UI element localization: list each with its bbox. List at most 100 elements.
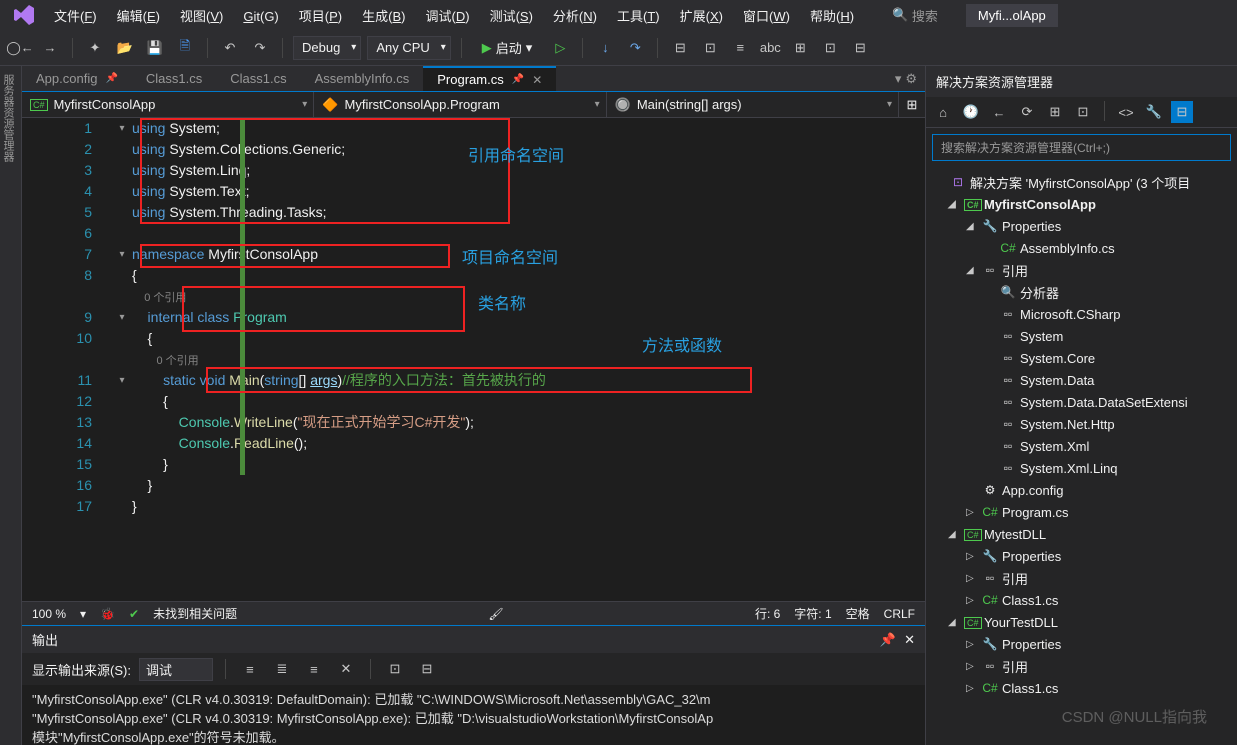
menu-t[interactable]: 工具(T)	[607, 5, 670, 28]
code-editor[interactable]: 1234567891011121314151617 ▾▾▾▾ using Sys…	[22, 118, 925, 601]
tree-item[interactable]: ▫▫System	[926, 325, 1237, 347]
tree-item[interactable]: ◢▫▫引用	[926, 259, 1237, 281]
sol-btn-5[interactable]: ⊞	[1044, 101, 1066, 123]
menu-n[interactable]: 分析(N)	[543, 5, 607, 28]
pin-icon[interactable]: 📌	[880, 632, 896, 648]
nav-project[interactable]: C# MyfirstConsolApp	[22, 92, 314, 117]
tree-item[interactable]: ▫▫System.Data.DataSetExtensi	[926, 391, 1237, 413]
save-button[interactable]: 💾	[143, 36, 167, 60]
sol-sync-button[interactable]: ⟳	[1016, 101, 1038, 123]
status-line[interactable]: 行: 6	[755, 605, 780, 622]
config-dropdown[interactable]: Debug	[293, 36, 361, 60]
back-button[interactable]: ◯←	[8, 36, 32, 60]
tree-item[interactable]: ⚙App.config	[926, 479, 1237, 501]
sol-history-button[interactable]: 🕐	[960, 101, 982, 123]
code-line[interactable]: Console.ReadLine();	[132, 433, 925, 454]
tree-item[interactable]: ▫▫System.Core	[926, 347, 1237, 369]
expand-icon[interactable]: ▷	[966, 551, 978, 562]
solution-tree[interactable]: ⊡ 解决方案 'MyfirstConsolApp' (3 个项目 ◢C#Myfi…	[926, 167, 1237, 745]
solution-root[interactable]: ⊡ 解决方案 'MyfirstConsolApp' (3 个项目	[926, 171, 1237, 193]
code-line[interactable]	[132, 223, 925, 244]
bug-icon[interactable]: 🐞	[100, 607, 115, 621]
tree-item[interactable]: ▷🔧Properties	[926, 633, 1237, 655]
menu-f[interactable]: 文件(F)	[44, 5, 107, 28]
expand-icon[interactable]: ▷	[966, 683, 978, 694]
tool-btn-5[interactable]: ⊞	[788, 36, 812, 60]
expand-icon[interactable]: ▷	[966, 661, 978, 672]
code-line[interactable]: using System.Threading.Tasks;	[132, 202, 925, 223]
nav-class[interactable]: 🔶 MyfirstConsolApp.Program	[314, 92, 606, 117]
doc-tab[interactable]: Class1.cs	[216, 66, 300, 91]
code-line[interactable]: using System.Text;	[132, 181, 925, 202]
status-eol[interactable]: CRLF	[884, 607, 915, 621]
sol-properties-button[interactable]: 🔧	[1143, 101, 1165, 123]
tree-item[interactable]: ◢C#MytestDLL	[926, 523, 1237, 545]
menu-s[interactable]: 测试(S)	[480, 5, 543, 28]
sol-btn-6[interactable]: ⊡	[1072, 101, 1094, 123]
zoom-dropdown-icon[interactable]: ▾	[80, 607, 86, 621]
tree-item[interactable]: ▷C#Program.cs	[926, 501, 1237, 523]
step-over-button[interactable]: ↷	[623, 36, 647, 60]
menu-v[interactable]: 视图(V)	[170, 5, 233, 28]
output-btn-1[interactable]: ≡	[238, 657, 262, 681]
issues-text[interactable]: 未找到相关问题	[153, 605, 237, 622]
brush-icon[interactable]: 🖌	[488, 607, 503, 621]
nav-split-button[interactable]: ⊞	[899, 92, 925, 117]
tab-dropdown-button[interactable]: ▾	[895, 71, 902, 87]
code-line[interactable]: 0 个引用	[132, 286, 925, 307]
tree-item[interactable]: ▷▫▫引用	[926, 655, 1237, 677]
sol-view-button[interactable]: ⊟	[1171, 101, 1193, 123]
pin-icon[interactable]: 📌	[512, 74, 524, 85]
tool-btn-1[interactable]: ⊟	[668, 36, 692, 60]
code-line[interactable]: }	[132, 496, 925, 517]
expand-icon[interactable]: ◢	[948, 199, 960, 210]
code-line[interactable]: {	[132, 391, 925, 412]
close-icon[interactable]: ✕	[532, 73, 542, 87]
tree-item[interactable]: ◢C#YourTestDLL	[926, 611, 1237, 633]
menu-e[interactable]: 编辑(E)	[107, 5, 170, 28]
tree-item[interactable]: ▫▫System.Xml	[926, 435, 1237, 457]
tree-item[interactable]: ▷C#Class1.cs	[926, 677, 1237, 699]
output-btn-2[interactable]: ≣	[270, 657, 294, 681]
sol-home-button[interactable]: ⌂	[932, 101, 954, 123]
platform-dropdown[interactable]: Any CPU	[367, 36, 450, 60]
output-btn-3[interactable]: ≡	[302, 657, 326, 681]
code-line[interactable]: 0 个引用	[132, 349, 925, 370]
menu-b[interactable]: 生成(B)	[352, 5, 415, 28]
close-icon[interactable]: ✕	[904, 632, 915, 648]
code-line[interactable]: {	[132, 265, 925, 286]
menu-w[interactable]: 窗口(W)	[733, 5, 800, 28]
start-debug-button[interactable]: ▶ 启动 ▾	[472, 36, 543, 59]
tool-btn-3[interactable]: ≡	[728, 36, 752, 60]
start-nodebug-button[interactable]: ▷	[548, 36, 572, 60]
tree-item[interactable]: ▷C#Class1.cs	[926, 589, 1237, 611]
nav-member[interactable]: 🔘 Main(string[] args)	[607, 92, 899, 117]
expand-icon[interactable]: ▷	[966, 639, 978, 650]
code-line[interactable]: }	[132, 454, 925, 475]
code-content[interactable]: using System;using System.Collections.Ge…	[132, 118, 925, 601]
pin-icon[interactable]: 📌	[105, 73, 117, 84]
code-line[interactable]: static void Main(string[] args)//程序的入口方法…	[132, 370, 925, 391]
code-line[interactable]: namespace MyfirstConsolApp	[132, 244, 925, 265]
sol-back-button[interactable]: ←	[988, 101, 1010, 123]
tree-item[interactable]: 🔍分析器	[926, 281, 1237, 303]
status-char[interactable]: 字符: 1	[794, 605, 831, 622]
output-btn-5[interactable]: ⊟	[415, 657, 439, 681]
expand-icon[interactable]: ◢	[948, 529, 960, 540]
menu-p[interactable]: 项目(P)	[289, 5, 352, 28]
code-line[interactable]: using System.Linq;	[132, 160, 925, 181]
redo-button[interactable]: ↷	[248, 36, 272, 60]
tool-btn-7[interactable]: ⊟	[848, 36, 872, 60]
tree-item[interactable]: ▫▫System.Xml.Linq	[926, 457, 1237, 479]
tree-item[interactable]: ▫▫System.Net.Http	[926, 413, 1237, 435]
doc-tab[interactable]: Class1.cs	[132, 66, 216, 91]
fold-column[interactable]: ▾▾▾▾	[112, 118, 132, 601]
save-all-button[interactable]: 🗎	[173, 36, 197, 60]
code-line[interactable]: Console.WriteLine("现在正式开始学习C#开发");	[132, 412, 925, 433]
doc-tab[interactable]: App.config📌	[22, 66, 132, 91]
tab-settings-button[interactable]: ⚙	[905, 71, 917, 87]
menu-x[interactable]: 扩展(X)	[670, 5, 733, 28]
code-line[interactable]: {	[132, 328, 925, 349]
expand-icon[interactable]: ▷	[966, 573, 978, 584]
expand-icon[interactable]: ◢	[966, 221, 978, 232]
